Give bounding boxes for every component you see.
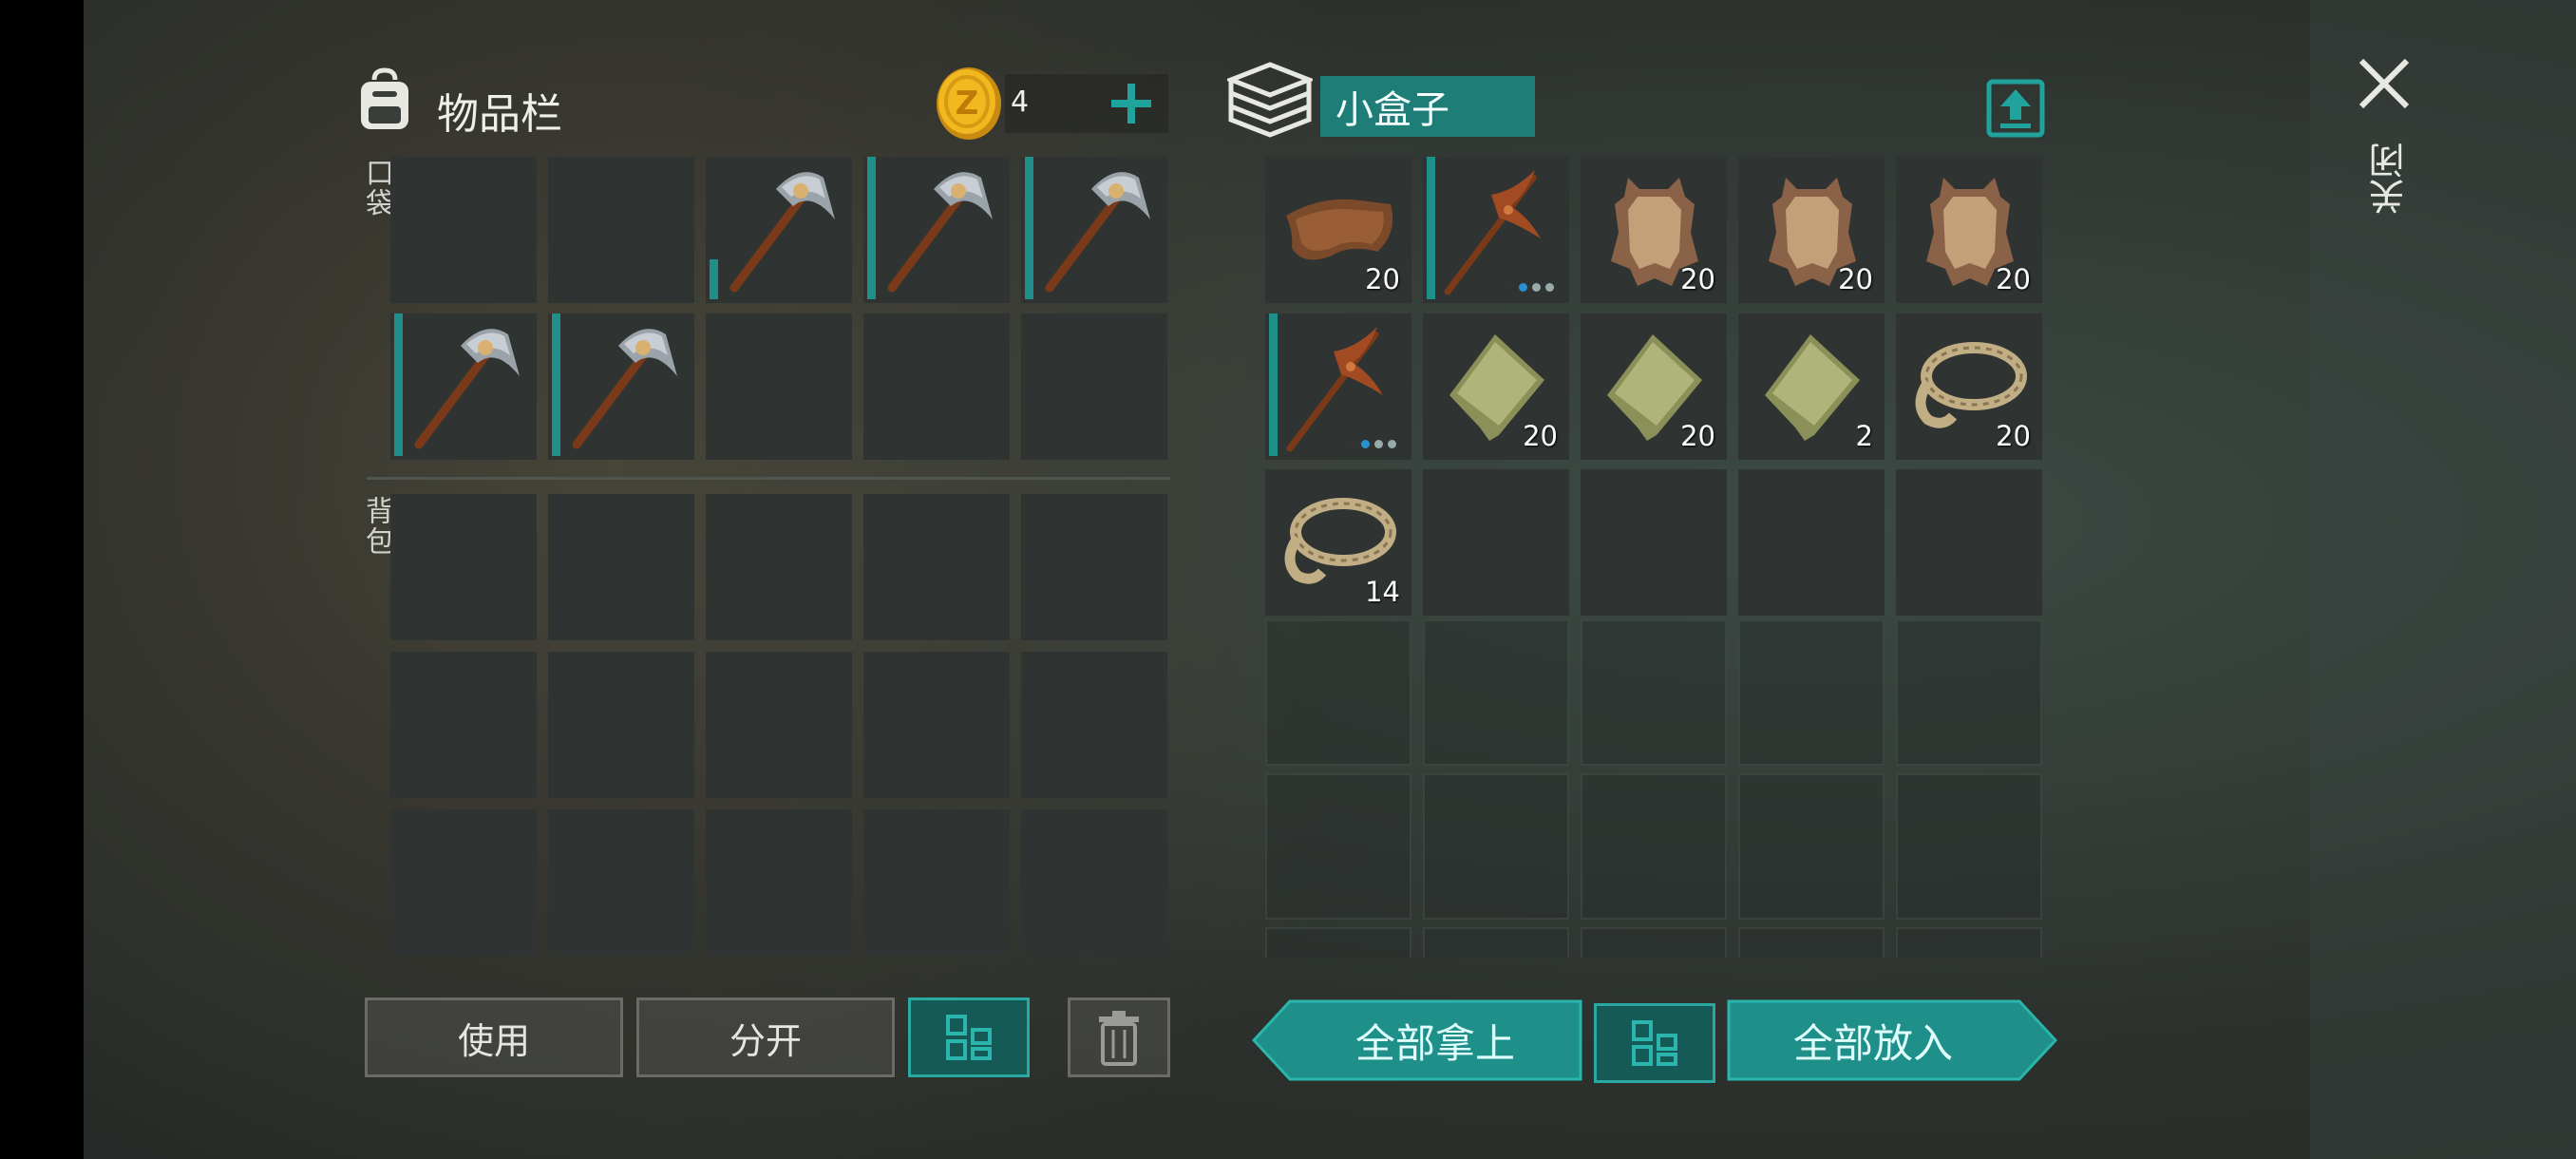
container-slot[interactable] <box>1423 469 1569 616</box>
pocket-slot[interactable] <box>390 157 537 303</box>
pocket-slot[interactable] <box>706 314 852 460</box>
grid-icon <box>1632 1020 1677 1066</box>
item-count: 20 <box>1680 263 1715 295</box>
item-count: 14 <box>1365 576 1400 608</box>
sort-inventory-button[interactable] <box>908 998 1030 1077</box>
item-count: 20 <box>1680 420 1715 452</box>
container-slot-locked <box>1738 619 1885 766</box>
backpack-slot[interactable] <box>863 494 1010 640</box>
container-slot[interactable]: 20 <box>1896 157 2042 303</box>
container-slot-locked <box>1423 927 1569 958</box>
container-slot-locked <box>1581 619 1727 766</box>
backpack-slot[interactable] <box>548 494 694 640</box>
container-slot[interactable]: 2 <box>1738 314 1885 460</box>
split-button[interactable]: 分开 <box>636 998 895 1077</box>
backpack-slot[interactable] <box>1021 809 1167 956</box>
item-count: 20 <box>1996 420 2031 452</box>
container-slot-locked <box>1738 927 1885 958</box>
item-count: 20 <box>1523 420 1558 452</box>
container-slot-locked <box>1896 927 2042 958</box>
container-slot[interactable]: 20 <box>1896 314 2042 460</box>
backpack-slot[interactable] <box>390 809 537 956</box>
pickaxe-icon <box>572 329 677 449</box>
plus-icon[interactable] <box>1108 80 1155 131</box>
container-slot-locked <box>1896 619 2042 766</box>
durability-dots <box>1506 283 1554 292</box>
screen-edge <box>0 0 84 1159</box>
container-slot[interactable]: 20 <box>1423 314 1569 460</box>
backpack-slot[interactable] <box>548 809 694 956</box>
backpack-slot[interactable] <box>863 652 1010 798</box>
item-count: 20 <box>1365 263 1400 295</box>
pickaxe-icon <box>414 329 520 449</box>
container-slot-locked <box>1423 773 1569 920</box>
coin-count: 4 <box>1011 86 1030 119</box>
container-slot[interactable]: 14 <box>1265 469 1411 616</box>
pickaxe-icon <box>887 172 993 293</box>
container-slot[interactable] <box>1265 314 1411 460</box>
take-all-label: 全部拿上 <box>1354 1019 1515 1067</box>
backpack-slot[interactable] <box>390 494 537 640</box>
container-slot[interactable] <box>1896 469 2042 616</box>
pickaxe-icon <box>1045 172 1150 293</box>
container-slot[interactable] <box>1581 469 1727 616</box>
container-slot[interactable]: 20 <box>1581 314 1727 460</box>
pocket-slot[interactable] <box>863 157 1010 303</box>
close-label[interactable]: 关闭 <box>2363 142 2415 215</box>
container-slot-locked <box>1265 927 1411 958</box>
container-slot[interactable]: 20 <box>1265 157 1411 303</box>
container-title: 小盒子 <box>1335 88 1449 132</box>
backpack-slot[interactable] <box>706 652 852 798</box>
container-slot-locked <box>1738 773 1885 920</box>
pocket-slot[interactable] <box>548 157 694 303</box>
put-all-label: 全部放入 <box>1792 1019 1953 1067</box>
backpack-slot[interactable] <box>1021 652 1167 798</box>
container-slot[interactable] <box>1423 157 1569 303</box>
backpack-slot[interactable] <box>548 652 694 798</box>
container-slot[interactable] <box>1738 469 1885 616</box>
pocket-slot[interactable] <box>390 314 537 460</box>
sort-container-button[interactable] <box>1594 1003 1715 1083</box>
container-slot-locked <box>1581 773 1727 920</box>
backpack-slot[interactable] <box>1021 494 1167 640</box>
inventory-title: 物品栏 <box>437 90 562 139</box>
item-count: 20 <box>1838 263 1873 295</box>
container-slot-locked <box>1265 773 1411 920</box>
container-slot-locked <box>1581 927 1727 958</box>
svg-text:Z: Z <box>956 85 979 123</box>
backpack-icon <box>353 66 416 137</box>
wood-pickaxe-icon <box>1286 327 1383 452</box>
pocket-slot[interactable] <box>1021 157 1167 303</box>
backpack-slot[interactable] <box>706 494 852 640</box>
item-count: 2 <box>1855 420 1873 452</box>
container-slot-locked <box>1896 773 2042 920</box>
grid-icon <box>946 1015 992 1060</box>
container-slot-locked <box>1423 619 1569 766</box>
close-panel <box>2310 0 2576 1159</box>
container-slot[interactable]: 20 <box>1581 157 1727 303</box>
durability-dots <box>1348 440 1396 448</box>
pickaxe-icon <box>729 172 835 293</box>
backpack-slot[interactable] <box>706 809 852 956</box>
backpack-slot[interactable] <box>390 652 537 798</box>
wood-pickaxe-icon <box>1444 170 1541 295</box>
upload-icon[interactable] <box>1985 76 2046 142</box>
pocket-slot[interactable] <box>863 314 1010 460</box>
box-icon <box>1224 61 1316 142</box>
backpack-slot[interactable] <box>863 809 1010 956</box>
close-icon[interactable] <box>2356 55 2413 116</box>
section-divider <box>367 477 1170 480</box>
trash-button[interactable] <box>1068 998 1170 1077</box>
coin-icon: Z <box>933 65 1005 146</box>
container-slot-locked <box>1265 619 1411 766</box>
container-name-field[interactable]: 小盒子 <box>1320 76 1535 137</box>
use-button[interactable]: 使用 <box>365 998 623 1077</box>
pocket-slot[interactable] <box>1021 314 1167 460</box>
item-count: 20 <box>1996 263 2031 295</box>
trash-icon <box>1099 1011 1139 1066</box>
pocket-slot[interactable] <box>706 157 852 303</box>
container-slot[interactable]: 20 <box>1738 157 1885 303</box>
pocket-slot[interactable] <box>548 314 694 460</box>
